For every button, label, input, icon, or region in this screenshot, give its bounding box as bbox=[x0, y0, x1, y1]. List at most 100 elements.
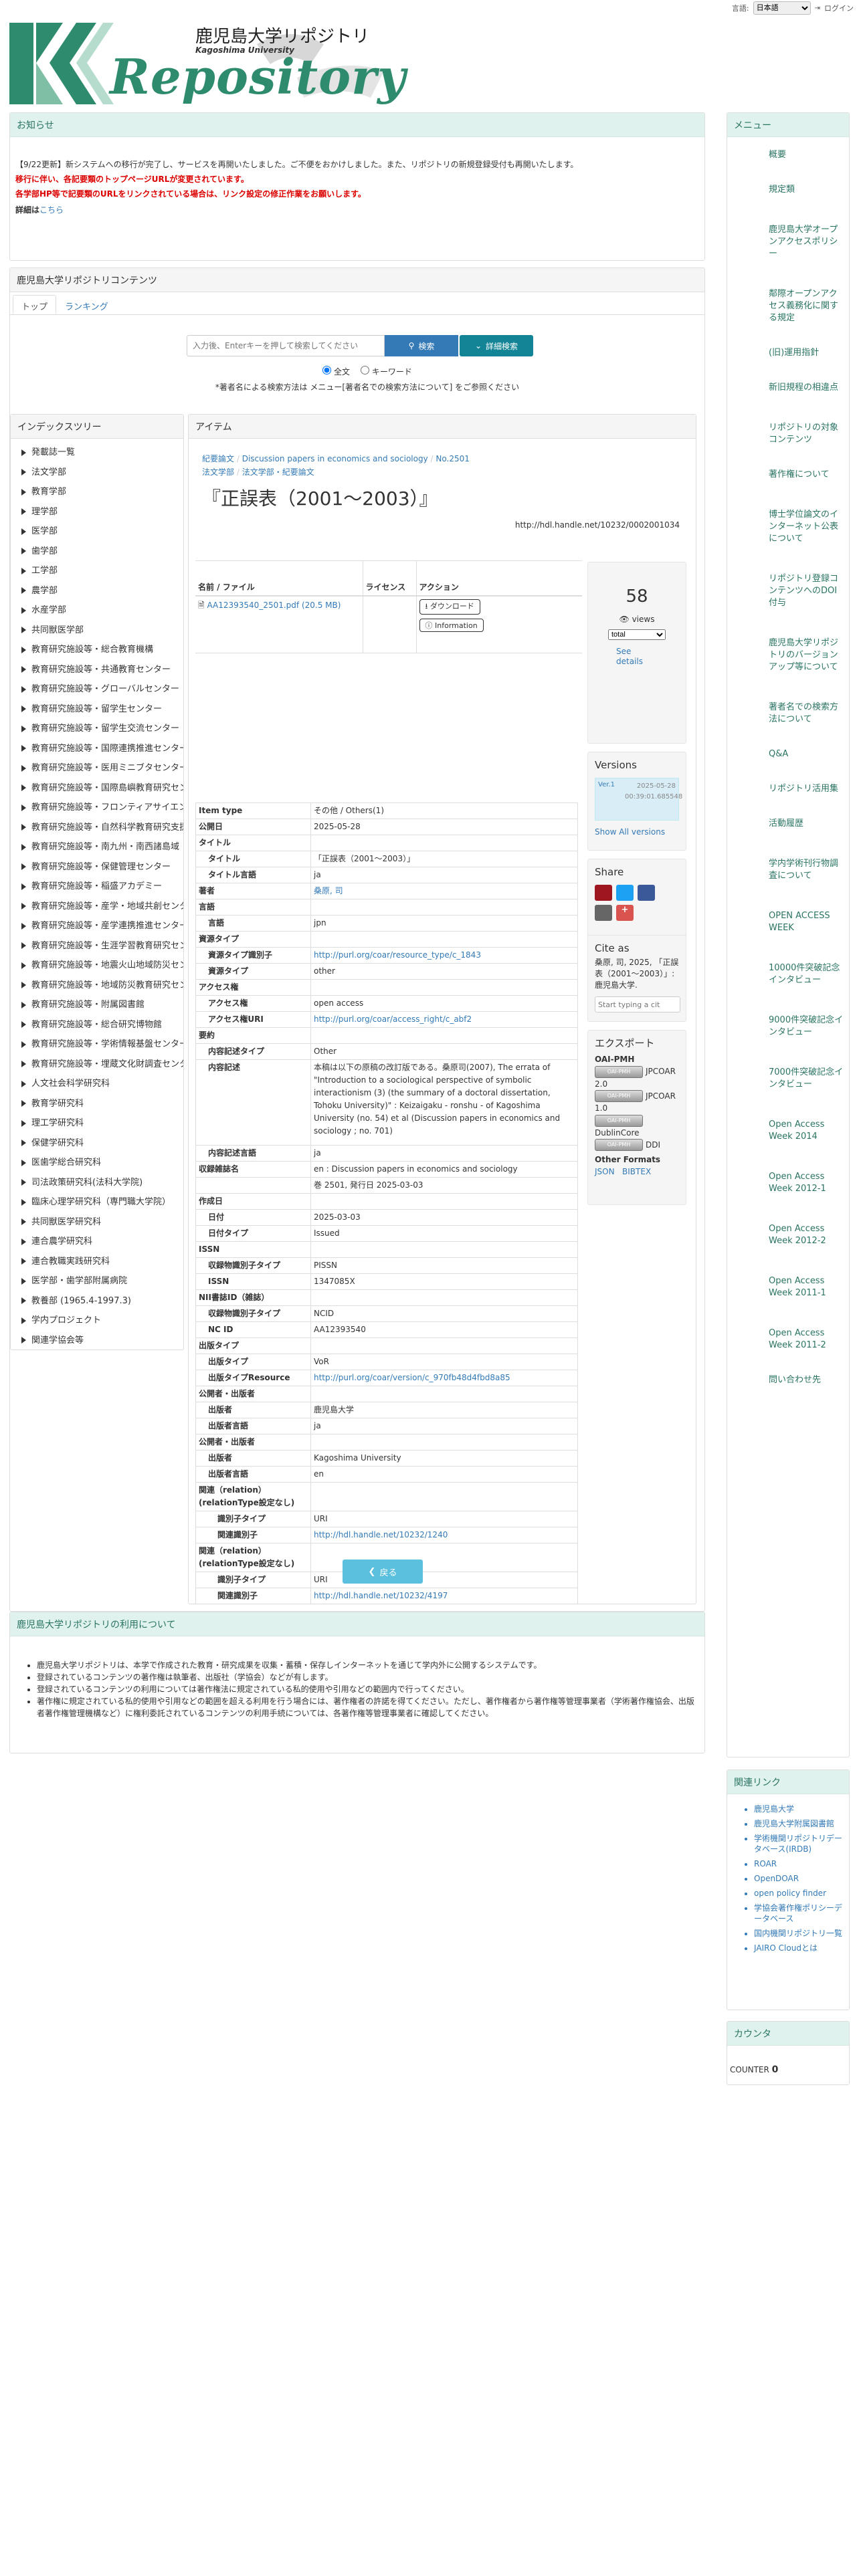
login-icon[interactable]: ⇥ bbox=[815, 5, 820, 12]
index-tree-label[interactable]: 教育研究施設等・自然科学教育研究支援 bbox=[31, 818, 183, 838]
metadata-link[interactable]: http://hdl.handle.net/10232/4197 bbox=[314, 1591, 448, 1600]
menu-item[interactable]: 鹿児島大学リポジトリのバージョンアップ等について bbox=[727, 637, 849, 673]
expand-triangle-icon[interactable] bbox=[21, 725, 26, 732]
index-tree-label[interactable]: 教養部 (1965.4-1997.3) bbox=[31, 1291, 131, 1311]
site-logo[interactable]: 鹿児島大学リポジトリ Kagoshima University Reposito… bbox=[9, 17, 405, 111]
expand-triangle-icon[interactable] bbox=[21, 1140, 26, 1147]
index-tree-label[interactable]: 臨床心理学研究科（専門職大学院） bbox=[31, 1192, 171, 1212]
index-tree-item[interactable]: 教育研究施設等・産学・地域共創センター bbox=[21, 897, 183, 917]
expand-triangle-icon[interactable] bbox=[21, 449, 26, 456]
expand-triangle-icon[interactable] bbox=[21, 1337, 26, 1344]
index-tree-item[interactable]: 歯学部 bbox=[21, 542, 183, 562]
menu-item[interactable]: Open Access Week 2012-1 bbox=[727, 1171, 849, 1195]
menu-item[interactable]: 問い合わせ先 bbox=[727, 1374, 849, 1386]
menu-item[interactable]: 鹿児島大学オープンアクセスポリシー bbox=[727, 224, 849, 260]
menu-item[interactable]: Open Access Week 2011-1 bbox=[727, 1275, 849, 1299]
expand-triangle-icon[interactable] bbox=[21, 883, 26, 890]
menu-item[interactable]: 新旧規程の相違点 bbox=[727, 382, 849, 394]
expand-triangle-icon[interactable] bbox=[21, 1001, 26, 1008]
expand-triangle-icon[interactable] bbox=[21, 646, 26, 653]
index-tree-item[interactable]: 教育研究施設等・稲盛アカデミー bbox=[21, 877, 183, 897]
index-tree-item[interactable]: 教育研究施設等・地域防災教育研究センター bbox=[21, 976, 183, 996]
metadata-value[interactable]: http://purl.org/coar/access_right/c_abf2 bbox=[310, 1011, 578, 1028]
search-input[interactable] bbox=[187, 335, 385, 356]
index-tree-item[interactable]: 教育研究施設等・国際島嶼教育研究センター bbox=[21, 778, 183, 798]
citation-style-input[interactable] bbox=[595, 996, 680, 1012]
tab-ranking[interactable]: ランキング bbox=[56, 295, 117, 314]
expand-triangle-icon[interactable] bbox=[21, 784, 26, 792]
index-tree-label[interactable]: 水産学部 bbox=[31, 601, 66, 621]
metadata-value[interactable]: 桑原, 司 bbox=[310, 883, 578, 899]
index-tree-item[interactable]: 教育研究施設等・総合研究博物館 bbox=[21, 1015, 183, 1035]
expand-triangle-icon[interactable] bbox=[21, 1159, 26, 1166]
menu-item[interactable]: 概要 bbox=[727, 149, 849, 161]
menu-item[interactable]: 活動履歴 bbox=[727, 818, 849, 830]
index-tree-label[interactable]: 教育研究施設等・学術情報基盤センター bbox=[31, 1035, 183, 1055]
menu-item[interactable]: Open Access Week 2014 bbox=[727, 1119, 849, 1143]
index-tree-label[interactable]: 医学部 bbox=[31, 522, 58, 542]
related-link[interactable]: 鹿児島大学附属図書館 bbox=[754, 1818, 844, 1829]
index-tree-label[interactable]: 教育研究施設等・医用ミニブタセンター bbox=[31, 758, 183, 778]
stats-period-select[interactable]: total bbox=[608, 629, 666, 640]
breadcrumb-item[interactable]: 法文学部・紀要論文 bbox=[242, 467, 314, 477]
index-tree-label[interactable]: 保健学研究科 bbox=[31, 1134, 84, 1154]
index-tree-item[interactable]: 教育研究施設等・埋蔵文化財調査センター bbox=[21, 1055, 183, 1075]
expand-triangle-icon[interactable] bbox=[21, 1258, 26, 1265]
index-tree-label[interactable]: 教育研究施設等・共通教育センター bbox=[31, 660, 171, 680]
index-tree-item[interactable]: 共同獣医学部 bbox=[21, 621, 183, 641]
export-json-link[interactable]: JSON bbox=[595, 1167, 615, 1176]
index-tree-item[interactable]: 教育研究施設等・グローバルセンター bbox=[21, 679, 183, 700]
expand-triangle-icon[interactable] bbox=[21, 824, 26, 831]
index-tree-item[interactable]: 保健学研究科 bbox=[21, 1134, 183, 1154]
expand-triangle-icon[interactable] bbox=[21, 469, 26, 476]
index-tree-label[interactable]: 医歯学総合研究科 bbox=[31, 1153, 101, 1173]
expand-triangle-icon[interactable] bbox=[21, 804, 26, 811]
index-tree-item[interactable]: 関連学協会等 bbox=[21, 1331, 183, 1351]
login-link[interactable]: ログイン bbox=[824, 3, 854, 13]
related-link[interactable]: 学術機関リポジトリデータベース(IRDB) bbox=[754, 1833, 844, 1854]
index-tree-label[interactable]: 教育研究施設等・留学生交流センター bbox=[31, 719, 179, 739]
related-link[interactable]: 鹿児島大学 bbox=[754, 1804, 844, 1814]
index-tree-label[interactable]: 人文社会科学研究科 bbox=[31, 1074, 110, 1094]
expand-triangle-icon[interactable] bbox=[21, 1119, 26, 1127]
index-tree-item[interactable]: 教養部 (1965.4-1997.3) bbox=[21, 1291, 183, 1311]
index-tree-item[interactable]: 教育研究施設等・総合教育機構 bbox=[21, 640, 183, 660]
index-tree-item[interactable]: 法文学部 bbox=[21, 463, 183, 483]
index-tree-item[interactable]: 理学部 bbox=[21, 502, 183, 522]
export-bibtex-link[interactable]: BIBTEX bbox=[622, 1167, 651, 1176]
expand-triangle-icon[interactable] bbox=[21, 843, 26, 851]
index-tree-item[interactable]: 教育研究施設等・国際連携推進センター bbox=[21, 739, 183, 759]
index-tree-item[interactable]: 教育研究施設等・附属図書館 bbox=[21, 995, 183, 1015]
index-tree-label[interactable]: 共同獣医学研究科 bbox=[31, 1212, 101, 1232]
index-tree-label[interactable]: 教育研究施設等・総合研究博物館 bbox=[31, 1015, 162, 1035]
expand-triangle-icon[interactable] bbox=[21, 903, 26, 910]
menu-item[interactable]: 規定類 bbox=[727, 184, 849, 196]
index-tree-item[interactable]: 理工学研究科 bbox=[21, 1113, 183, 1134]
index-tree-item[interactable]: 教育研究施設等・留学生交流センター bbox=[21, 719, 183, 739]
metadata-link[interactable]: http://purl.org/coar/version/c_970fb48d4… bbox=[314, 1373, 510, 1382]
file-link[interactable]: AA12393540_2501.pdf (20.5 MB) bbox=[207, 601, 341, 610]
expand-triangle-icon[interactable] bbox=[21, 1297, 26, 1305]
expand-triangle-icon[interactable] bbox=[21, 745, 26, 752]
index-tree-item[interactable]: 人文社会科学研究科 bbox=[21, 1074, 183, 1094]
expand-triangle-icon[interactable] bbox=[21, 528, 26, 535]
index-tree-label[interactable]: 教育研究施設等・産学・地域共創センター bbox=[31, 897, 183, 917]
index-tree-item[interactable]: 学内プロジェクト bbox=[21, 1311, 183, 1331]
language-select[interactable]: 日本語 bbox=[753, 1, 811, 15]
version-label[interactable]: Ver.1 bbox=[598, 781, 615, 788]
index-tree-label[interactable]: 歯学部 bbox=[31, 542, 58, 562]
index-tree-item[interactable]: 教育研究施設等・保健管理センター bbox=[21, 857, 183, 877]
index-tree-item[interactable]: 教育学部 bbox=[21, 482, 183, 502]
index-tree-label[interactable]: 教育研究施設等・地域防災教育研究センター bbox=[31, 976, 183, 996]
expand-triangle-icon[interactable] bbox=[21, 706, 26, 713]
version-entry[interactable]: Ver.1 2025-05-28 00:39:01.685548 bbox=[595, 778, 682, 821]
index-tree-label[interactable]: 関連学協会等 bbox=[31, 1331, 84, 1351]
export-dublincore[interactable]: OAI-PMH DublinCore bbox=[595, 1114, 679, 1139]
metadata-value[interactable]: http://purl.org/coar/resource_type/c_184… bbox=[310, 947, 578, 964]
expand-triangle-icon[interactable] bbox=[21, 1080, 26, 1087]
index-tree-label[interactable]: 理工学研究科 bbox=[31, 1113, 84, 1134]
expand-triangle-icon[interactable] bbox=[21, 764, 26, 772]
index-tree-label[interactable]: 法文学部 bbox=[31, 463, 66, 483]
menu-item[interactable]: リポジトリ活用集 bbox=[727, 783, 849, 795]
see-details-link[interactable]: See details bbox=[616, 647, 643, 666]
